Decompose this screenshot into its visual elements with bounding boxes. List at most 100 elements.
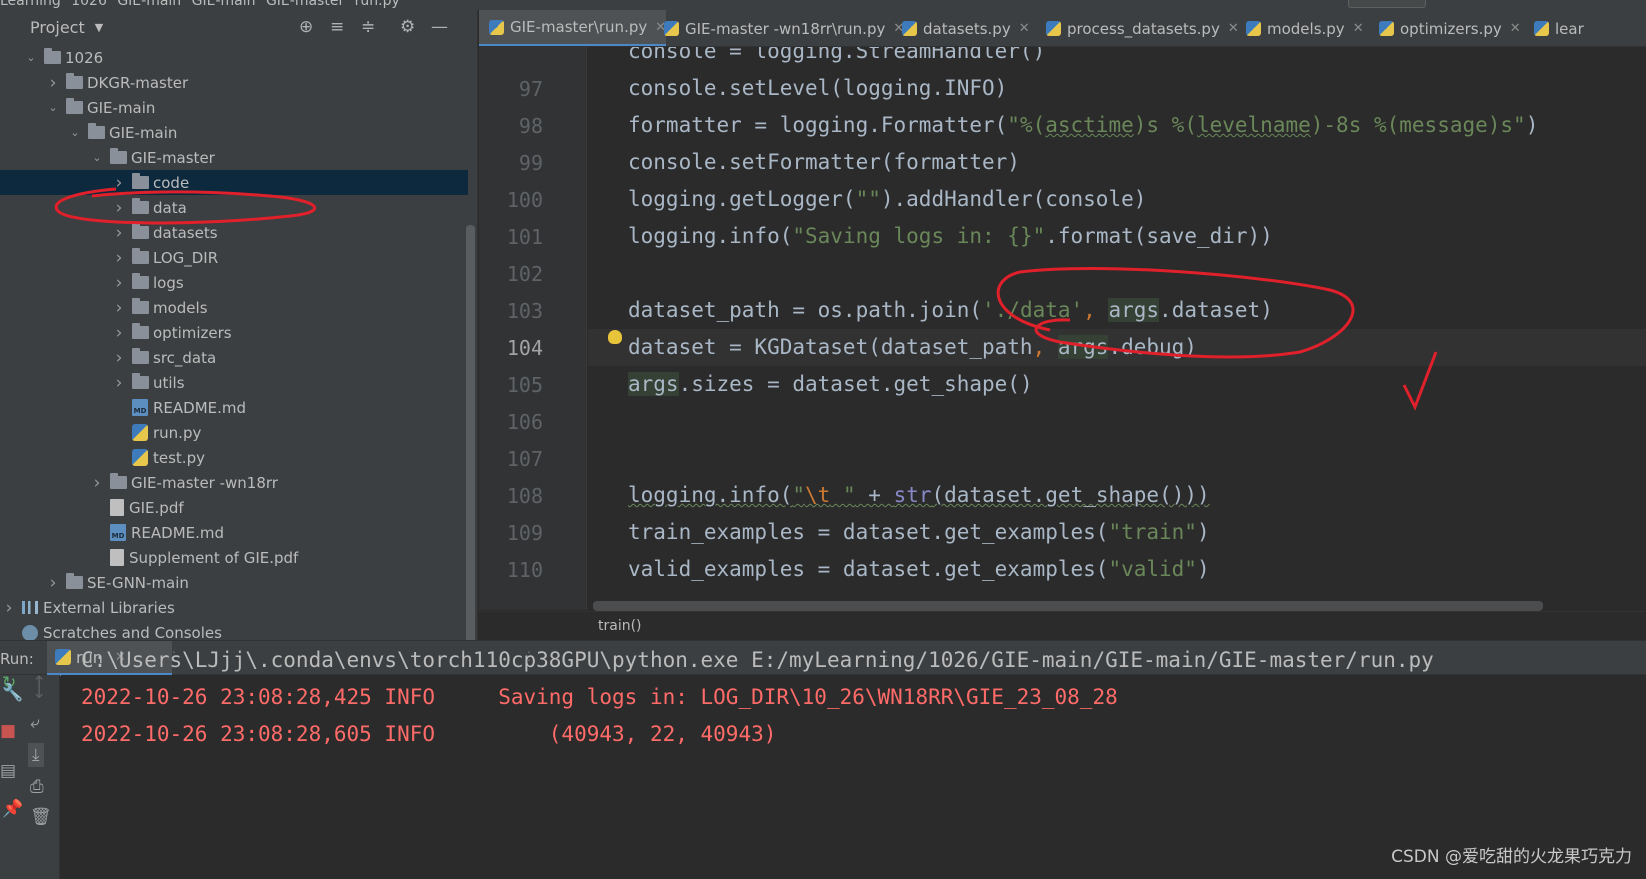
editor-tab[interactable]: datasets.py ✕	[892, 10, 1030, 46]
tree-item[interactable]: › LOG_DIR	[0, 245, 468, 270]
tree-item[interactable]: › logs	[0, 270, 468, 295]
folder-icon	[88, 123, 105, 139]
tree-item-label: DKGR-master	[87, 73, 189, 92]
close-icon[interactable]: ✕	[1353, 21, 1364, 36]
chevron-right-icon[interactable]: ›	[112, 198, 126, 218]
tree-item[interactable]: ⌄ GIE-master	[0, 145, 468, 170]
chevron-right-icon[interactable]: ›	[112, 373, 126, 393]
tree-item-label: test.py	[153, 448, 205, 467]
tree-item[interactable]: Supplement of GIE.pdf	[0, 545, 468, 570]
down-arrow-icon[interactable]: ↓	[32, 683, 46, 703]
collapse-all-icon[interactable]: ≑	[361, 18, 375, 36]
line-number: 107	[506, 447, 543, 471]
tree-item[interactable]: › optimizers	[0, 320, 468, 345]
editor-tab[interactable]: lear	[1524, 10, 1584, 46]
lightbulb-icon[interactable]	[608, 330, 622, 344]
editor-tab-label: GIE-master -wn18rr\run.py	[685, 19, 886, 38]
locate-icon[interactable]: ⊕	[299, 18, 313, 36]
print-icon[interactable]: ⎙	[30, 777, 44, 797]
folder-icon	[132, 173, 149, 189]
close-icon[interactable]: ✕	[1019, 21, 1030, 36]
run-toolbar: ↻ ↑ 🔧 ↓ ■ ⤶ ⤓ ▤ ⎙ 📌 🗑	[0, 673, 60, 879]
tree-item[interactable]: › data	[0, 195, 468, 220]
scroll-to-end-icon[interactable]: ⤓	[28, 743, 44, 767]
tree-item[interactable]: › datasets	[0, 220, 468, 245]
python-file-icon	[1246, 21, 1261, 36]
tree-item[interactable]: test.py	[0, 445, 468, 470]
chevron-right-icon[interactable]: ›	[112, 273, 126, 293]
chevron-right-icon[interactable]: ›	[112, 173, 126, 193]
tree-item[interactable]: › GIE-master -wn18rr	[0, 470, 468, 495]
tree-item[interactable]: ⌄ GIE-main	[0, 95, 468, 120]
gear-icon[interactable]: ⚙	[400, 18, 415, 36]
python-file-icon	[1379, 21, 1394, 36]
stop-icon[interactable]: ■	[0, 721, 16, 741]
python-file-icon	[55, 649, 71, 665]
close-icon[interactable]: ✕	[1510, 21, 1521, 36]
chevron-down-icon[interactable]: ▼	[95, 21, 103, 34]
chevron-right-icon[interactable]: ›	[46, 73, 60, 93]
horizontal-scrollbar[interactable]	[593, 601, 1543, 611]
tree-item[interactable]: ⌄ GIE-main	[0, 120, 468, 145]
tree-item[interactable]: MD README.md	[0, 395, 468, 420]
tree-item[interactable]: › SE-GNN-main	[0, 570, 468, 595]
breadcrumb-item[interactable]: GIE-main	[192, 0, 256, 9]
watermark: CSDN @爱吃甜的火龙果巧克力	[1391, 847, 1632, 867]
chevron-down-icon[interactable]: ⌄	[68, 126, 82, 139]
line-number: 110	[506, 558, 543, 582]
breadcrumb-item[interactable]: GIE-master	[266, 0, 344, 9]
chevron-right-icon[interactable]: ›	[112, 323, 126, 343]
expand-all-icon[interactable]: ≡	[330, 18, 344, 36]
tree-item[interactable]: GIE.pdf	[0, 495, 468, 520]
tree-item[interactable]: › utils	[0, 370, 468, 395]
tree-item[interactable]: ⌄ 1026	[0, 45, 468, 70]
chevron-down-icon[interactable]: ⌄	[90, 151, 104, 164]
code-line: valid_examples = dataset.get_examples("v…	[628, 557, 1210, 581]
chevron-right-icon[interactable]: ›	[112, 248, 126, 268]
hide-icon[interactable]: —	[431, 18, 448, 36]
editor-tab[interactable]: process_datasets.py ✕	[1036, 10, 1239, 46]
line-number-gutter: 97 98 99 100 101 102 103 104 105 106 107 108 109 110	[479, 47, 587, 610]
project-panel-title[interactable]: Project	[30, 18, 85, 37]
pin-icon[interactable]: 📌	[2, 799, 23, 819]
line-number: 103	[506, 299, 543, 323]
function-breadcrumb[interactable]: train()	[598, 618, 642, 634]
layout-icon[interactable]: ▤	[0, 761, 16, 781]
tree-item[interactable]: MD README.md	[0, 520, 468, 545]
editor-tab[interactable]: GIE-master -wn18rr\run.py ✕	[654, 10, 904, 46]
tree-item[interactable]: › code	[0, 170, 468, 195]
tree-item[interactable]: › src_data	[0, 345, 468, 370]
chevron-right-icon[interactable]: ›	[2, 598, 16, 618]
line-number: 98	[518, 114, 543, 138]
editor-tab[interactable]: optimizers.py ✕	[1369, 10, 1521, 46]
tree-item[interactable]: › DKGR-master	[0, 70, 468, 95]
tree-item[interactable]: › models	[0, 295, 468, 320]
tree-scrollbar[interactable]	[466, 225, 475, 645]
tree-item-label: utils	[153, 373, 185, 392]
chevron-down-icon[interactable]: ⌄	[46, 101, 60, 114]
breadcrumb-item[interactable]: run.py	[355, 0, 400, 9]
chevron-right-icon[interactable]: ›	[112, 223, 126, 243]
chevron-right-icon[interactable]: ›	[46, 573, 60, 593]
code-area[interactable]: console = logging.StreamHandler() consol…	[588, 47, 1646, 610]
chevron-down-icon[interactable]: ⌄	[24, 51, 38, 64]
chevron-right-icon[interactable]: ›	[112, 298, 126, 318]
editor-tab[interactable]: GIE-master\run.py ✕	[479, 10, 667, 46]
breadcrumb-item[interactable]: Learning	[0, 0, 61, 9]
soft-wrap-icon[interactable]: ⤶	[30, 713, 40, 733]
chevron-right-icon[interactable]: ›	[112, 348, 126, 368]
folder-icon	[132, 348, 149, 364]
wrench-icon[interactable]: 🔧	[2, 683, 23, 703]
run-configuration-dropdown[interactable]	[1348, 0, 1426, 8]
trash-icon[interactable]: 🗑	[30, 807, 52, 827]
tree-item[interactable]: › External Libraries	[0, 595, 468, 620]
tree-item-label: GIE-master	[131, 148, 215, 167]
folder-icon	[132, 298, 149, 314]
line-number: 109	[506, 521, 543, 545]
editor-tab[interactable]: models.py ✕	[1236, 10, 1364, 46]
breadcrumb-item[interactable]: GIE-main	[117, 0, 181, 9]
tree-item[interactable]: run.py	[0, 420, 468, 445]
breadcrumb-item[interactable]: 1026	[71, 0, 107, 9]
chevron-right-icon[interactable]: ›	[90, 473, 104, 493]
